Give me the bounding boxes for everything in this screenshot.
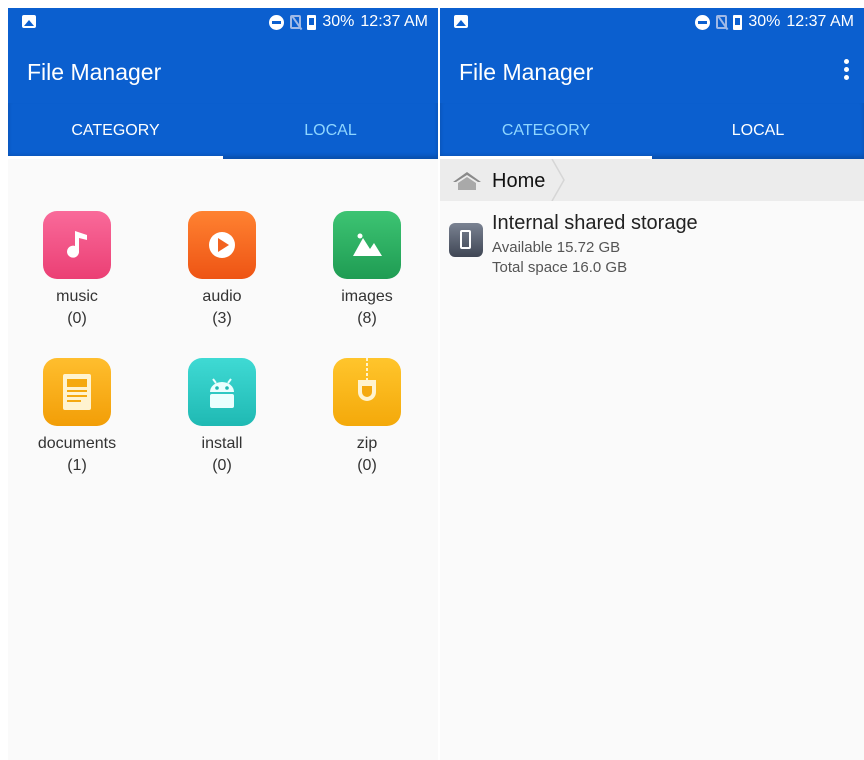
tab-category-label: CATEGORY — [71, 122, 160, 139]
category-count: (0) — [212, 457, 232, 474]
no-sim-icon — [716, 15, 728, 29]
category-install[interactable]: install (0) — [167, 358, 277, 475]
no-sim-icon — [290, 15, 302, 29]
do-not-disturb-icon — [269, 14, 285, 30]
battery-icon — [307, 14, 317, 30]
do-not-disturb-icon — [695, 14, 711, 30]
status-bar: 30% 12:37 AM — [440, 8, 864, 37]
screen-category: 30% 12:37 AM File Manager CATEGORY LOCAL… — [8, 8, 438, 760]
app-title: File Manager — [27, 59, 162, 85]
tab-local[interactable]: LOCAL — [223, 103, 438, 159]
storage-item[interactable]: Internal shared storage Available 15.72 … — [440, 204, 864, 284]
category-name: zip — [356, 435, 378, 452]
battery-percent: 30% — [748, 13, 781, 30]
mountain-image-icon — [333, 211, 401, 279]
home-icon[interactable] — [452, 171, 482, 191]
tab-category[interactable]: CATEGORY — [8, 103, 223, 159]
status-bar: 30% 12:37 AM — [8, 8, 438, 37]
category-images[interactable]: images (8) — [312, 211, 422, 328]
category-documents[interactable]: documents (1) — [22, 358, 132, 475]
category-count: (1) — [67, 457, 87, 474]
category-zip[interactable]: zip (0) — [312, 358, 422, 475]
android-icon — [188, 358, 256, 426]
category-music[interactable]: music (0) — [22, 211, 132, 328]
tab-local[interactable]: LOCAL — [652, 103, 864, 159]
gallery-notification-icon — [22, 15, 36, 28]
category-name: install — [201, 435, 243, 452]
phone-storage-icon — [449, 223, 483, 257]
app-title: File Manager — [459, 59, 594, 85]
tab-bar: CATEGORY LOCAL — [8, 103, 438, 159]
category-audio[interactable]: audio (3) — [167, 211, 277, 328]
document-icon — [43, 358, 111, 426]
tab-category-label: CATEGORY — [501, 122, 591, 139]
breadcrumb-home[interactable]: Home — [492, 170, 545, 193]
battery-icon — [733, 14, 743, 30]
category-name: images — [341, 288, 393, 305]
more-options-icon[interactable] — [844, 59, 850, 81]
storage-total: Total space 16.0 GB — [492, 259, 628, 276]
storage-available: Available 15.72 GB — [492, 239, 621, 256]
tab-local-label: LOCAL — [304, 122, 357, 139]
status-time: 12:37 AM — [786, 13, 854, 30]
category-count: (8) — [357, 310, 377, 327]
category-count: (0) — [357, 457, 377, 474]
category-name: documents — [37, 435, 117, 452]
breadcrumb-chevron-icon — [551, 159, 565, 201]
category-name: music — [56, 288, 98, 305]
category-count: (3) — [212, 310, 232, 327]
music-note-icon — [43, 211, 111, 279]
battery-percent: 30% — [322, 13, 355, 30]
breadcrumb: Home — [440, 159, 864, 201]
app-bar: File Manager — [8, 37, 438, 103]
zip-icon — [333, 358, 401, 426]
status-time: 12:37 AM — [360, 13, 428, 30]
app-bar: File Manager — [440, 37, 864, 103]
play-icon — [188, 211, 256, 279]
tab-category[interactable]: CATEGORY — [440, 103, 652, 159]
screen-local: 30% 12:37 AM File Manager CATEGORY LOCAL… — [440, 8, 864, 760]
storage-name: Internal shared storage — [492, 212, 698, 234]
tab-indicator — [8, 156, 223, 159]
tab-bar: CATEGORY LOCAL — [440, 103, 864, 159]
gallery-notification-icon — [454, 15, 468, 28]
tab-local-label: LOCAL — [731, 122, 785, 139]
category-count: (0) — [67, 310, 87, 327]
category-name: audio — [202, 288, 242, 305]
